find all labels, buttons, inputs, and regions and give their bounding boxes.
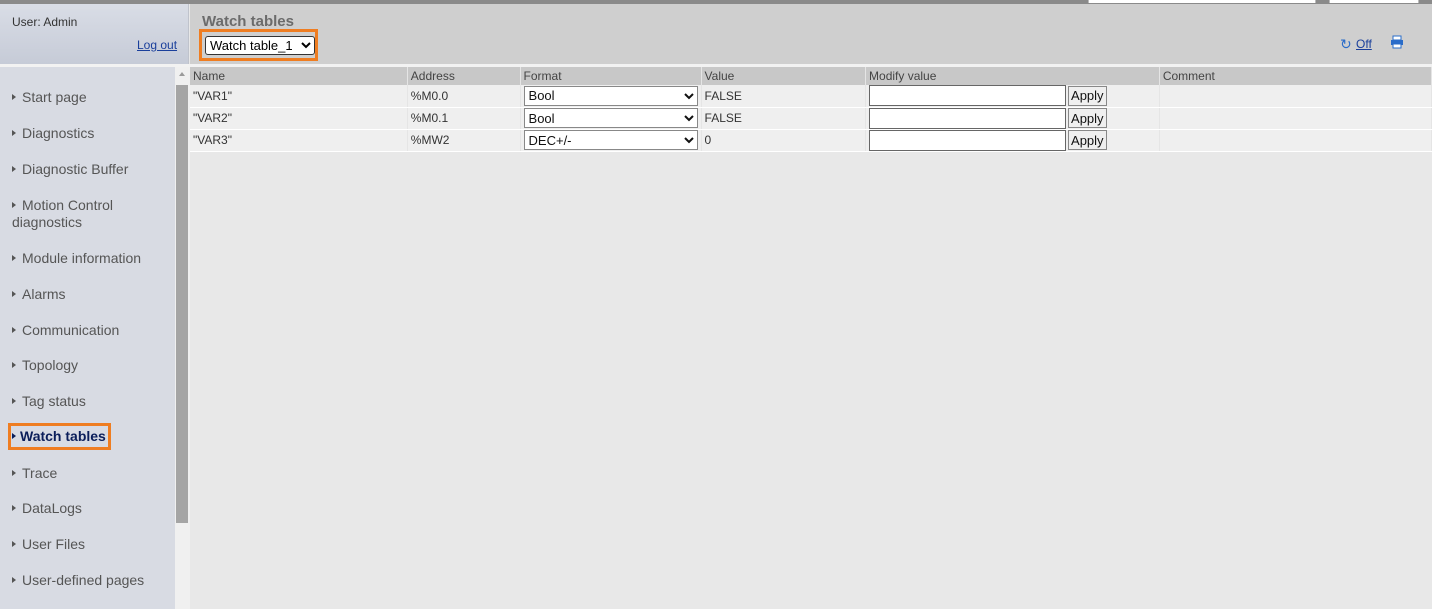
cell-modify: Apply [865, 129, 1160, 152]
arrow-right-icon [12, 130, 16, 137]
arrow-right-icon [12, 255, 16, 262]
sidebar-item-diagnostic-buffer[interactable]: Diagnostic Buffer [12, 161, 128, 178]
cell-comment [1159, 129, 1432, 152]
column-header-address: Address [407, 67, 521, 85]
sidebar-item-datalogs[interactable]: DataLogs [12, 500, 82, 517]
apply-button[interactable]: Apply [1068, 85, 1107, 106]
cell-name: "VAR3" [190, 129, 408, 152]
cell-format: DEC+/- [520, 129, 702, 152]
column-header-format: Format [520, 67, 702, 85]
arrow-right-icon [12, 470, 16, 477]
arrow-right-icon [12, 577, 16, 584]
sidebar-item-alarms[interactable]: Alarms [12, 286, 66, 303]
sidebar-item-start-page[interactable]: Start page [12, 89, 87, 106]
sidebar-item-topology[interactable]: Topology [12, 357, 78, 374]
table-row: "VAR3" %MW2 DEC+/- 0 Apply [190, 129, 1432, 152]
cell-format: Bool [520, 85, 702, 108]
sidebar-item-user-files[interactable]: User Files [12, 536, 85, 553]
cell-address: %M0.1 [407, 107, 521, 130]
column-header-value: Value [701, 67, 867, 85]
table-header-row: Name Address Format Value Modify value C… [190, 67, 1432, 85]
column-header-modify-value: Modify value [865, 67, 1160, 85]
sidebar-item-user-defined-pages[interactable]: User-defined pages [12, 572, 144, 589]
sidebar-item-motion-control[interactable]: Motion Control diagnostics [12, 197, 142, 231]
scroll-up-icon[interactable] [179, 72, 185, 76]
arrow-right-icon [12, 362, 16, 369]
refresh-icon[interactable]: ↻ [1340, 36, 1352, 53]
sidebar-item-diagnostics[interactable]: Diagnostics [12, 125, 94, 142]
arrow-right-icon [12, 505, 16, 512]
modify-value-input[interactable] [869, 129, 1067, 151]
arrow-right-icon [12, 327, 16, 334]
user-panel: User: Admin Log out [0, 4, 189, 64]
arrow-right-icon [12, 94, 16, 101]
watch-table: Name Address Format Value Modify value C… [190, 67, 1432, 152]
cell-value: 0 [701, 129, 867, 152]
top-input-fragment [1088, 0, 1316, 3]
scrollbar-thumb[interactable] [176, 85, 188, 523]
table-row: "VAR2" %M0.1 Bool FALSE Apply [190, 107, 1432, 130]
user-label: User: Admin [12, 15, 78, 29]
watch-table-select[interactable]: Watch table_1 [205, 36, 315, 55]
page-header: Watch tables Watch table_1 ↻ Off [190, 4, 1432, 64]
modify-value-input[interactable] [869, 85, 1067, 107]
cell-value: FALSE [701, 107, 867, 130]
page-title: Watch tables [202, 13, 294, 30]
sidebar-item-module-information[interactable]: Module information [12, 250, 141, 267]
auto-refresh-off-link[interactable]: Off [1356, 37, 1372, 51]
cell-name: "VAR1" [190, 85, 408, 108]
sidebar-item-communication[interactable]: Communication [12, 322, 119, 339]
print-icon[interactable] [1390, 35, 1404, 49]
column-header-name: Name [190, 67, 408, 85]
sidebar-item-watch-tables[interactable]: Watch tables [8, 423, 111, 450]
table-row: "VAR1" %M0.0 Bool FALSE Apply [190, 85, 1432, 108]
arrow-right-icon [12, 398, 16, 405]
apply-button[interactable]: Apply [1068, 130, 1107, 150]
arrow-right-icon [12, 202, 16, 209]
top-button-fragment [1329, 0, 1419, 3]
cell-comment [1159, 107, 1432, 130]
cell-name: "VAR2" [190, 107, 408, 130]
cell-value: FALSE [701, 85, 867, 108]
arrow-right-icon [12, 541, 16, 548]
cell-modify: Apply [865, 85, 1160, 108]
logout-link[interactable]: Log out [137, 38, 177, 52]
arrow-right-icon [12, 166, 16, 173]
column-header-comment: Comment [1159, 67, 1432, 85]
watch-table-select-highlight: Watch table_1 [199, 29, 318, 61]
apply-button[interactable]: Apply [1068, 108, 1107, 128]
cell-modify: Apply [865, 107, 1160, 130]
sidebar: Start page Diagnostics Diagnostic Buffer… [0, 67, 175, 609]
sidebar-item-tag-status[interactable]: Tag status [12, 393, 86, 410]
format-select[interactable]: Bool [523, 85, 698, 106]
cell-format: Bool [520, 107, 702, 130]
format-select[interactable]: Bool [523, 108, 698, 128]
cell-address: %MW2 [407, 129, 521, 152]
modify-value-input[interactable] [869, 107, 1067, 129]
sidebar-scrollbar[interactable] [175, 67, 190, 609]
arrow-right-icon [12, 433, 16, 440]
sidebar-item-trace[interactable]: Trace [12, 465, 57, 482]
cell-comment [1159, 85, 1432, 108]
format-select[interactable]: DEC+/- [523, 130, 698, 150]
cell-address: %M0.0 [407, 85, 521, 108]
arrow-right-icon [12, 291, 16, 298]
